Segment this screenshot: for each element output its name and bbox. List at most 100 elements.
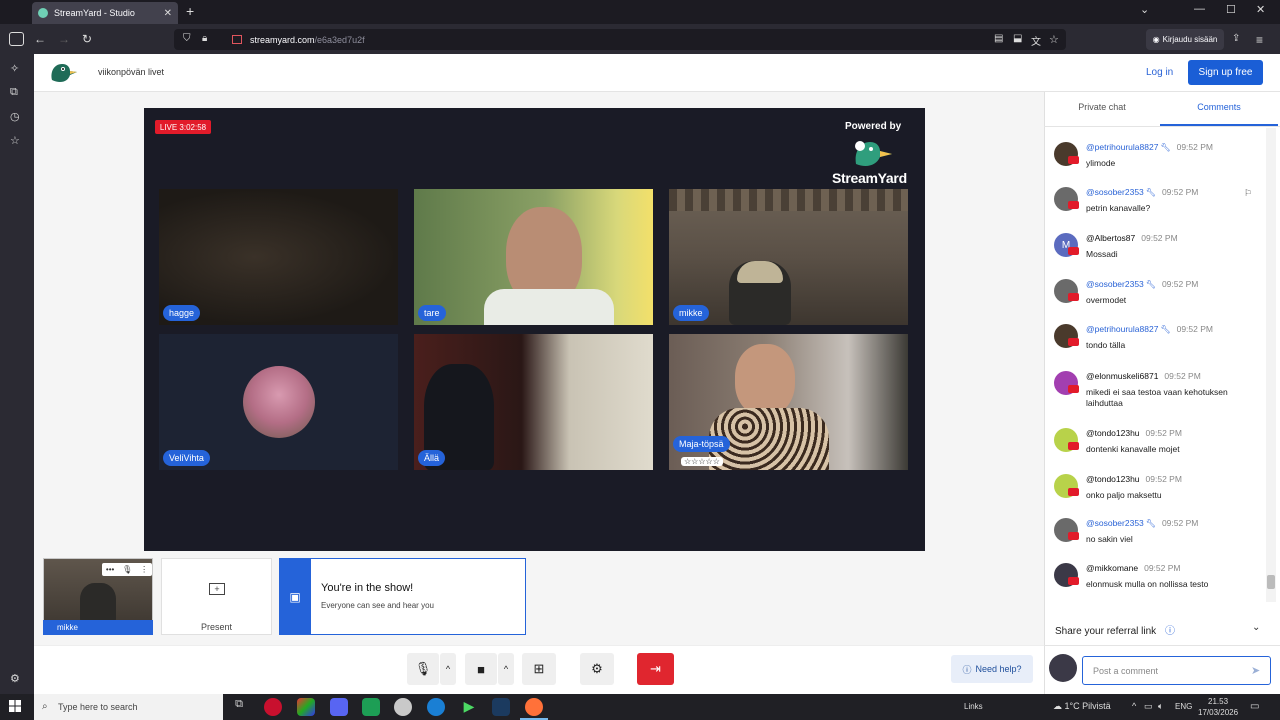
tab-list-icon[interactable]: ⌄ <box>1140 3 1149 16</box>
commenter-name-row: @sosober2353 🔧︎ 09:52 PM <box>1086 279 1198 289</box>
close-tab-icon[interactable]: ✕ <box>164 8 172 19</box>
self-preview-toolbar: ••• 🎙︎ ⋮ <box>102 563 152 576</box>
flag-comment-icon[interactable]: ⚐ <box>1244 188 1252 199</box>
maximize-icon[interactable]: ☐ <box>1226 3 1236 16</box>
discord-icon[interactable] <box>330 698 348 716</box>
participant-tile[interactable]: mikke <box>669 189 908 325</box>
participant-name: Maja-töpsä <box>673 436 730 452</box>
scrollbar-thumb[interactable] <box>1267 575 1275 589</box>
url-bar[interactable]: streamyard.com/e6a3ed7u2f <box>174 29 1066 50</box>
camera-options-button[interactable]: ^ <box>498 653 514 685</box>
back-icon[interactable]: ← <box>34 32 46 46</box>
mic-options-button[interactable]: ^ <box>440 653 456 685</box>
share-screen-button[interactable]: ⊞ <box>522 653 556 685</box>
browser-tab-active[interactable]: StreamYard - Studio ✕ <box>32 2 178 24</box>
moderator-wrench-icon: 🔧︎ <box>1160 325 1171 334</box>
powered-by-label: Powered by <box>845 121 902 132</box>
referral-label: Share your referral link <box>1055 626 1157 637</box>
taskbar-search-box[interactable]: ⌕ Type here to search <box>34 694 223 720</box>
signup-button[interactable]: Sign up free <box>1188 60 1263 85</box>
moderator-wrench-icon: 🔧︎ <box>1160 143 1171 152</box>
play-app-icon[interactable]: ▶ <box>460 698 478 716</box>
youtube-icon <box>1068 577 1079 585</box>
taskbar-clock[interactable]: 21.53 17/03/2026 <box>1198 696 1238 718</box>
opera-icon[interactable] <box>264 698 282 716</box>
weather-widget[interactable]: ☁ 1°C Pilvistä <box>1053 701 1111 712</box>
url-host: streamyard.com <box>250 34 315 45</box>
color-app-icon[interactable] <box>297 698 315 716</box>
sidebar-settings-icon[interactable]: ⚙ <box>10 672 20 685</box>
chevron-down-icon[interactable]: ⌄ <box>1252 622 1260 633</box>
tab-comments[interactable]: Comments <box>1160 102 1278 112</box>
steam-icon[interactable] <box>492 698 510 716</box>
links-toolbar[interactable]: Links <box>964 702 983 711</box>
shield-app-icon[interactable] <box>394 698 412 716</box>
notifications-icon[interactable]: ▭ <box>1250 701 1259 712</box>
reload-icon[interactable]: ↻ <box>82 32 92 46</box>
streamyard-wordmark: StreamYard <box>832 170 907 186</box>
streamyard-logo-icon[interactable] <box>48 60 78 86</box>
shield-icon[interactable]: ⛉ <box>183 33 191 44</box>
commenter-name: @sosober2353 <box>1086 518 1144 528</box>
extensions-icon[interactable]: ⇪ <box>1232 33 1240 44</box>
firefox-icon[interactable] <box>525 698 543 716</box>
volume-icon[interactable]: 🔈︎ <box>1158 701 1163 712</box>
bookmark-star-icon[interactable]: ☆ <box>1049 33 1059 46</box>
synced-tabs-icon[interactable]: ⧉ <box>10 86 18 99</box>
bookmarks-icon[interactable]: ☆ <box>10 134 20 147</box>
network-icon[interactable]: ▭ <box>1144 701 1153 712</box>
show-status-card <box>279 558 526 635</box>
forward-icon[interactable]: → <box>58 32 70 46</box>
camera-toggle-button[interactable]: ■ <box>465 653 497 685</box>
post-comment-input[interactable]: Post a comment <box>1082 656 1271 685</box>
participant-tile[interactable]: VeliVihta <box>159 334 398 470</box>
chevron-up-icon: ^ <box>445 664 451 674</box>
send-icon[interactable]: ➤ <box>1251 664 1260 677</box>
need-help-label: Need help? <box>975 664 1022 674</box>
referral-link-row[interactable]: Share your referral link ⓘ <box>1055 622 1175 637</box>
commenter-name-row: @tondo123hu 09:52 PM <box>1086 428 1182 438</box>
lock-icon[interactable]: 🔒︎ <box>202 33 207 44</box>
screenshot-icon[interactable]: ⬓ <box>1013 33 1022 44</box>
history-icon[interactable]: ◷ <box>10 110 20 123</box>
exit-icon: ⇥ <box>650 661 661 676</box>
participant-tile[interactable]: tare <box>414 189 653 325</box>
minimize-icon[interactable]: — <box>1194 3 1205 15</box>
sidebar-toggle-icon[interactable] <box>9 32 24 46</box>
mic-icon[interactable]: 🎙︎ <box>122 565 132 574</box>
mic-toggle-button[interactable]: 🎙︎ <box>407 653 439 685</box>
ai-sparkle-icon[interactable]: ✧ <box>10 62 19 75</box>
account-signin-button[interactable]: ◉ Kirjaudu sisään <box>1146 29 1224 50</box>
window-close-icon[interactable]: ✕ <box>1256 3 1265 16</box>
participant-tile[interactable]: hagge <box>159 189 398 325</box>
camera-permission-icon[interactable] <box>232 35 242 44</box>
youtube-icon <box>1068 293 1079 301</box>
task-view-icon[interactable]: ⧉ <box>230 698 248 716</box>
weather-text: 1°C Pilvistä <box>1064 701 1111 711</box>
menu-icon[interactable]: ≡ <box>1256 33 1263 47</box>
help-circle-icon[interactable]: ⓘ <box>1165 626 1175 637</box>
settings-button[interactable]: ⚙ <box>580 653 614 685</box>
more-options-icon[interactable]: ⋮ <box>140 565 148 574</box>
login-link[interactable]: Log in <box>1146 67 1173 78</box>
youtube-icon <box>1068 385 1079 393</box>
commenter-name: @tondo123hu <box>1086 428 1140 438</box>
new-tab-icon[interactable]: + <box>186 3 194 19</box>
edge-icon[interactable] <box>427 698 445 716</box>
comments-scrollbar[interactable] <box>1266 128 1276 602</box>
youtube-icon <box>1068 338 1079 346</box>
language-indicator[interactable]: ENG <box>1175 702 1192 711</box>
leave-studio-button[interactable]: ⇥ <box>637 653 674 685</box>
participant-name: hagge <box>163 305 201 321</box>
tray-chevron-icon[interactable]: ^ <box>1132 701 1136 711</box>
participant-tile[interactable]: Maja-töpsä ☆☆☆☆☆ <box>669 334 908 470</box>
participant-tile[interactable]: Ällä <box>414 334 653 470</box>
green-app-icon[interactable] <box>362 698 380 716</box>
translate-icon[interactable]: 文 <box>1031 33 1041 48</box>
commenter-name: @sosober2353 <box>1086 279 1144 289</box>
need-help-button[interactable]: ⓘ Need help? <box>951 655 1033 683</box>
windows-start-icon[interactable] <box>9 700 21 712</box>
comment-text: elonmusk mulla on nollissa testo <box>1086 579 1209 589</box>
tab-private-chat[interactable]: Private chat <box>1044 102 1160 112</box>
reader-view-icon[interactable]: ▤ <box>994 33 1003 44</box>
